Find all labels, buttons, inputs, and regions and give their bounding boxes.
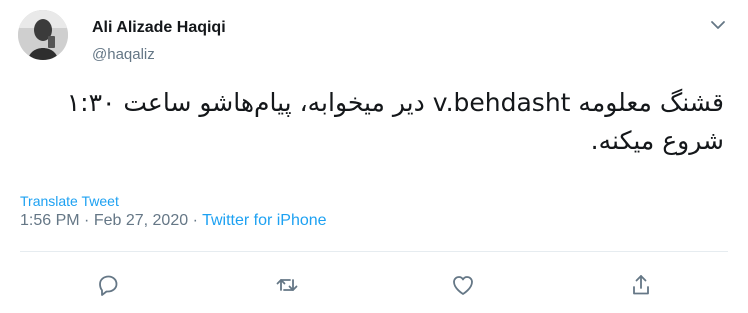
avatar-image <box>18 10 68 60</box>
tweet-source-link[interactable]: Twitter for iPhone <box>202 212 327 229</box>
divider <box>20 251 728 252</box>
tweet-date[interactable]: Feb 27, 2020 <box>94 212 188 229</box>
chevron-down-icon[interactable] <box>708 15 728 35</box>
tweet-meta: 1:56 PM · Feb 27, 2020 · Twitter for iPh… <box>20 212 327 230</box>
heart-icon[interactable] <box>448 270 478 300</box>
translate-tweet-link[interactable]: Translate Tweet <box>20 193 119 209</box>
retweet-icon[interactable] <box>272 270 302 300</box>
avatar[interactable] <box>18 10 68 60</box>
meta-separator: · <box>84 212 90 229</box>
action-bar <box>0 270 748 300</box>
author-handle[interactable]: @haqaliz <box>92 46 155 63</box>
author-name[interactable]: Ali Alizade Haqiqi <box>92 19 226 37</box>
tweet-text: قشنگ معلومه v.behdasht دیر میخوابه، پیام… <box>66 88 724 155</box>
tweet-card: Ali Alizade Haqiqi @haqaliz قشنگ معلومه … <box>0 0 748 313</box>
reply-icon[interactable] <box>93 270 123 300</box>
tweet-time[interactable]: 1:56 PM <box>20 212 80 229</box>
meta-separator: · <box>192 212 198 229</box>
share-icon[interactable] <box>626 270 656 300</box>
